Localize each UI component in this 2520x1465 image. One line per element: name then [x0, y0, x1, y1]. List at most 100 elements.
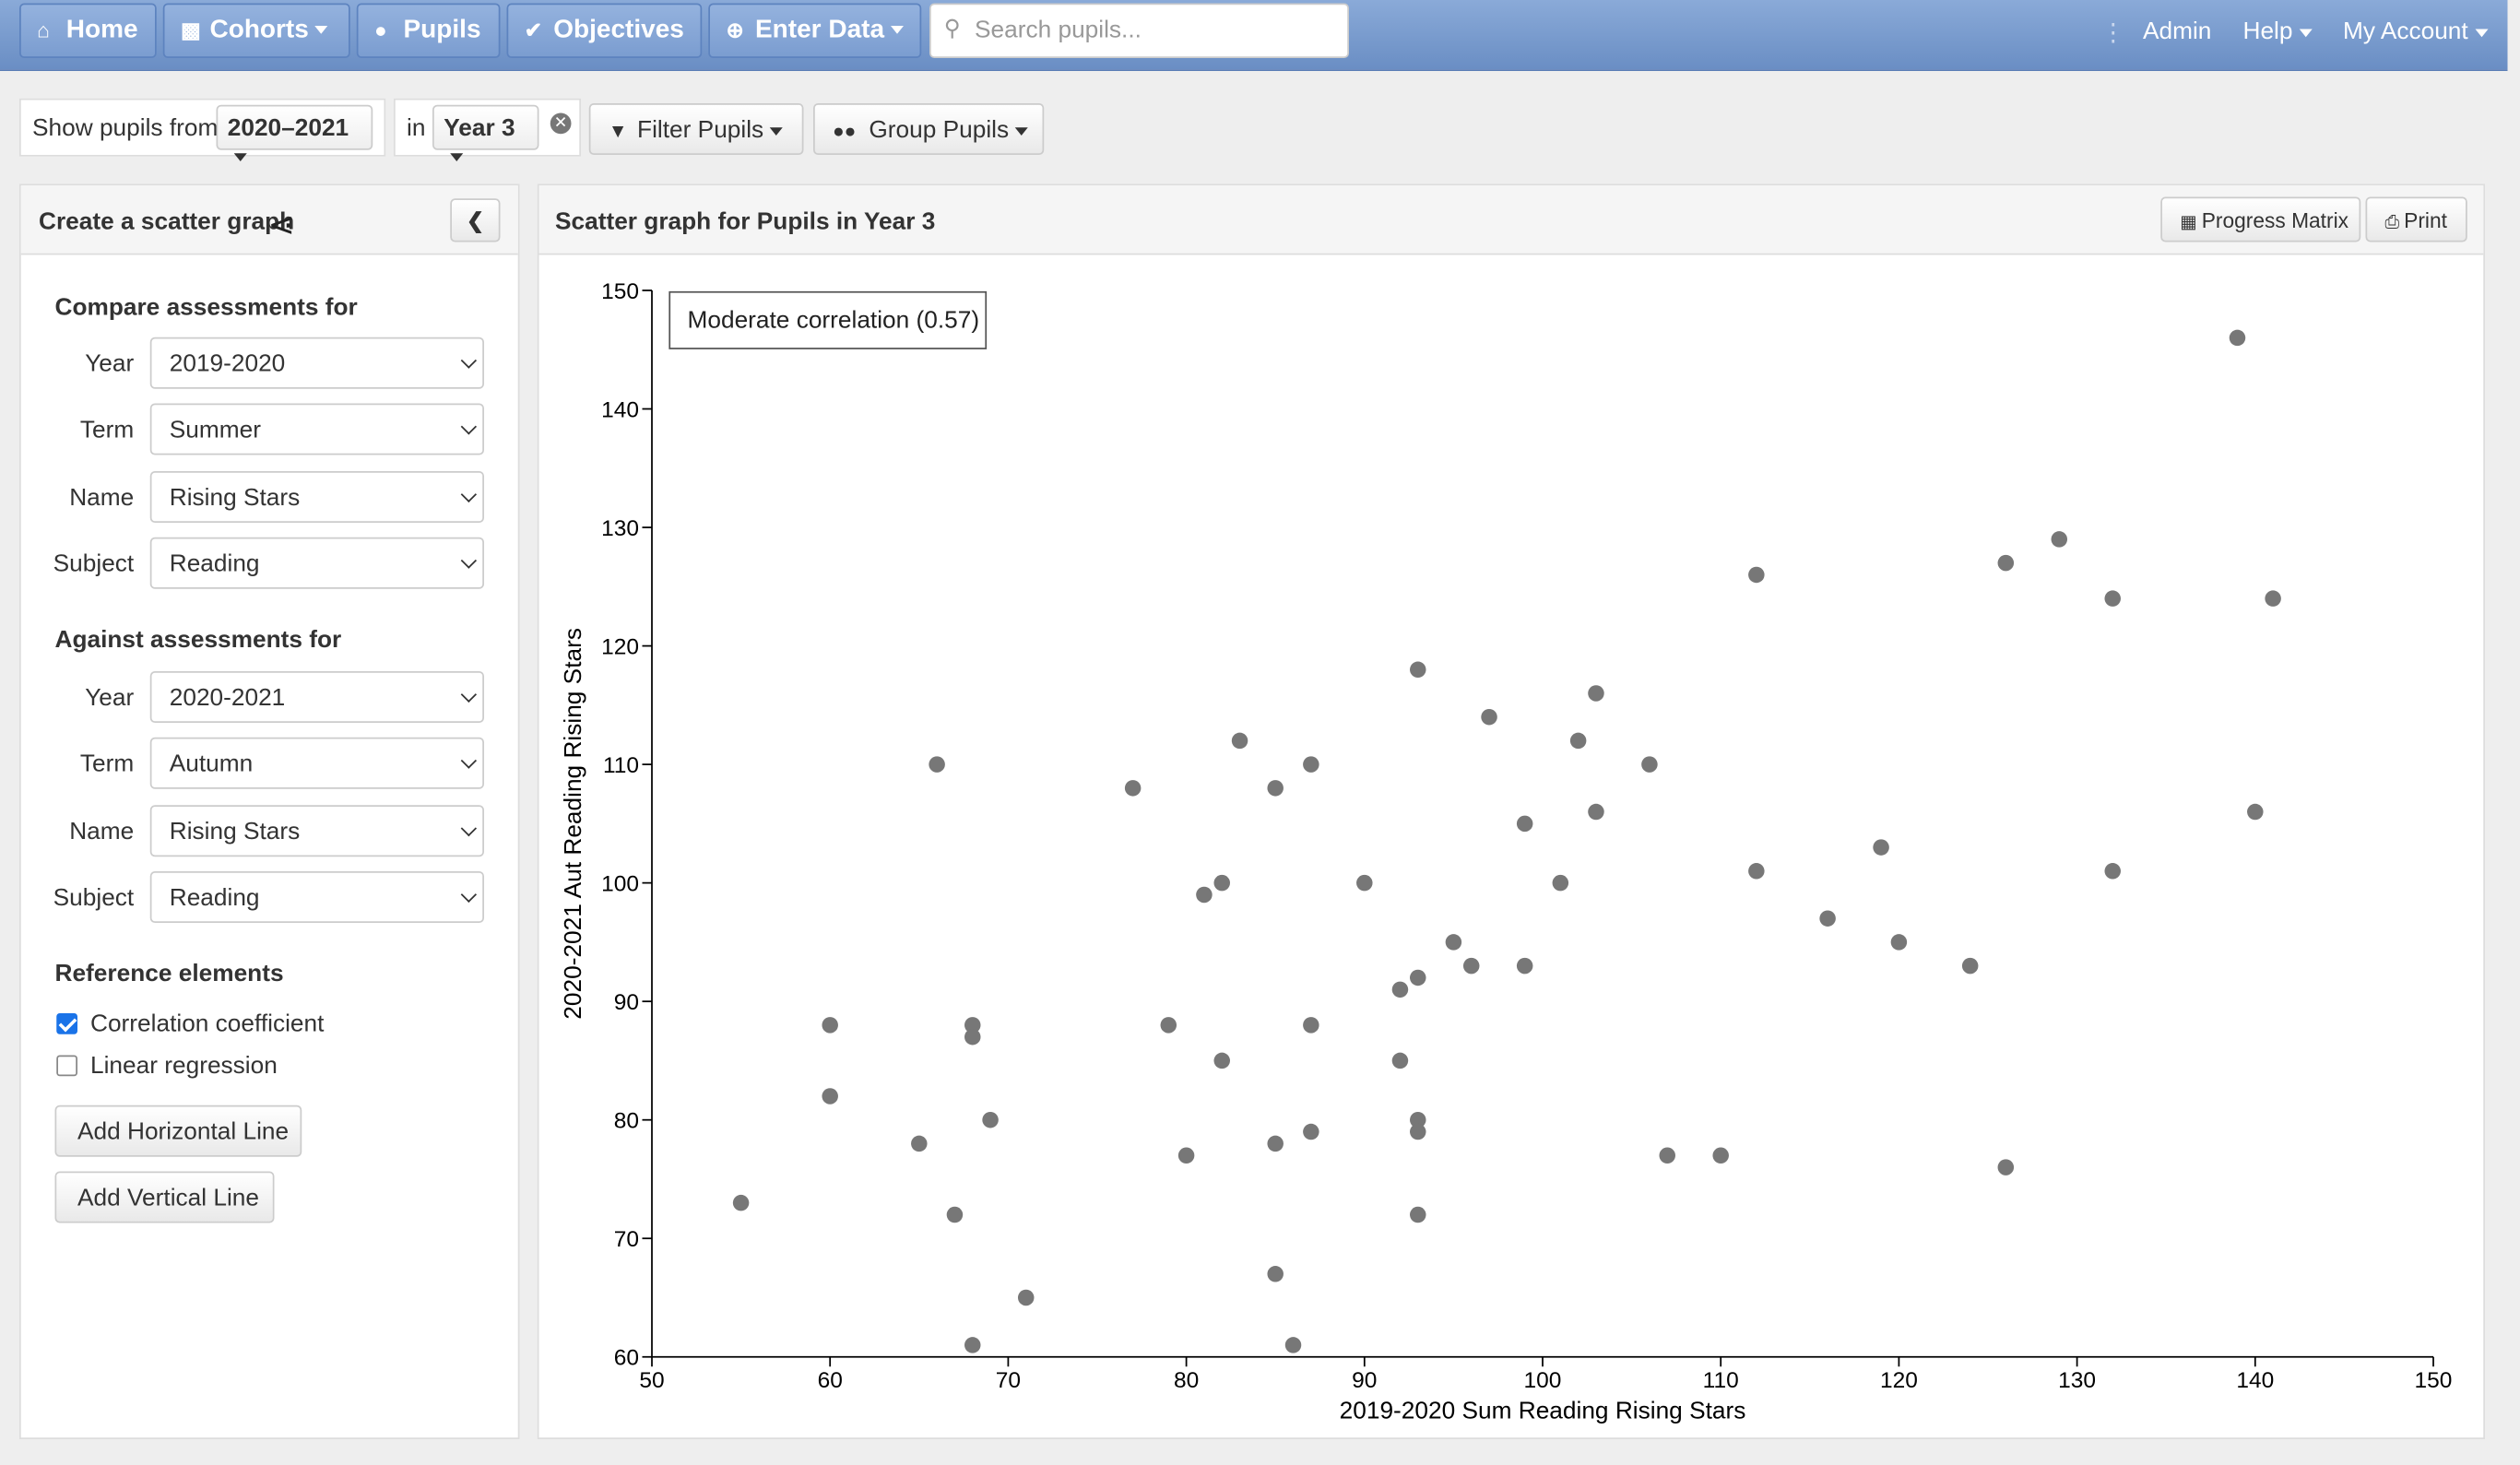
home-button[interactable]: ⌂ Home	[19, 3, 157, 58]
data-point	[1267, 780, 1284, 797]
chevron-down-icon	[460, 686, 478, 703]
filter-pupils-button[interactable]: ▼ Filter Pupils	[588, 103, 804, 155]
reference-heading: Reference elements	[54, 960, 284, 987]
data-point	[822, 1088, 838, 1105]
data-point	[1410, 969, 1426, 987]
against-heading: Against assessments for	[54, 626, 342, 654]
grid-icon: ▦	[2180, 213, 2197, 232]
data-point	[1410, 661, 1426, 679]
user-icon: ●	[374, 18, 387, 42]
caret-down-icon	[233, 152, 247, 161]
enter-data-menu-button[interactable]: ⊕ Enter Data	[708, 3, 922, 58]
y-tick-label: 80	[614, 1108, 639, 1133]
data-point	[2104, 590, 2121, 607]
data-point	[1748, 863, 1765, 880]
bar-chart-icon: ▩	[181, 18, 201, 42]
y-tick-label: 120	[601, 634, 639, 659]
data-point	[1410, 1206, 1426, 1223]
data-point	[732, 1194, 750, 1211]
scatter-chart: 50 60 70 80 90 100 110 120 130 140 150607080901001…	[559, 279, 2453, 1424]
data-point	[1160, 1017, 1177, 1034]
data-point	[1356, 874, 1373, 892]
correlation-label: Correlation coefficient	[90, 1010, 325, 1038]
objectives-button[interactable]: ✔ Objectives	[506, 3, 703, 58]
data-point	[1516, 957, 1533, 975]
add-vertical-line-button[interactable]: Add Vertical Line	[54, 1171, 275, 1223]
correlation-checkbox[interactable]	[56, 1013, 77, 1034]
x-tick-label: 90	[1352, 1368, 1377, 1393]
clear-filter-icon[interactable]: ✕	[550, 112, 572, 135]
chevron-left-icon: ❮	[466, 207, 484, 232]
year-range-dropdown[interactable]: 2020–2021	[216, 104, 373, 161]
y-tick-label: 70	[614, 1227, 639, 1252]
x-tick-label: 60	[818, 1368, 843, 1393]
data-point	[1445, 934, 1462, 951]
data-point	[1391, 981, 1409, 998]
top-navbar: ⌂ Home ▩ Cohorts ● Pupils ✔ Objectives ⊕ Ente…	[0, 0, 2508, 71]
filter-icon: ▼	[608, 119, 628, 143]
print-button[interactable]: ⎙ Print	[2365, 196, 2467, 242]
chart-panel-header: Scatter graph for Pupils in Year 3 ▦ Prog…	[538, 185, 2484, 255]
data-point	[1552, 874, 1569, 892]
compare-name-select[interactable]: Rising Stars	[149, 471, 484, 523]
data-point	[822, 1017, 838, 1034]
data-point	[1748, 566, 1765, 584]
check-circle-icon: ✔	[524, 18, 542, 42]
against-year-select[interactable]: 2020-2021	[149, 671, 484, 723]
caret-down-icon	[450, 152, 464, 161]
data-point	[1124, 780, 1142, 797]
data-point	[982, 1111, 999, 1128]
correlation-annotation: Moderate correlation (0.57)	[688, 305, 980, 333]
caret-down-icon	[770, 126, 784, 136]
compare-term-select[interactable]: Summer	[149, 403, 484, 455]
y-tick-label: 150	[601, 279, 639, 304]
year-group-dropdown[interactable]: Year 3	[432, 104, 539, 161]
collapse-panel-button[interactable]: ❮	[450, 198, 501, 242]
add-horizontal-line-button[interactable]: Add Horizontal Line	[54, 1105, 302, 1157]
data-point	[1410, 1123, 1426, 1140]
caret-down-icon	[314, 26, 328, 35]
x-tick-label: 130	[2058, 1368, 2096, 1393]
group-pupils-button[interactable]: ●● Group Pupils	[813, 103, 1045, 155]
against-year-label: Year	[85, 684, 135, 712]
cohorts-menu-button[interactable]: ▩ Cohorts	[162, 3, 350, 58]
data-point	[1516, 815, 1533, 833]
data-point	[1177, 1147, 1195, 1164]
y-tick-label: 60	[614, 1346, 639, 1371]
search-input[interactable]: ⚲ Search pupils...	[929, 3, 1349, 58]
compare-subject-select[interactable]: Reading	[149, 537, 484, 589]
data-point	[1569, 732, 1587, 750]
show-pupils-label: Show pupils from	[32, 114, 219, 142]
against-subject-select[interactable]: Reading	[149, 871, 484, 923]
help-menu[interactable]: Help	[2243, 18, 2313, 45]
data-point	[964, 1028, 981, 1046]
against-subject-label: Subject	[53, 884, 135, 912]
against-name-select[interactable]: Rising Stars	[149, 805, 484, 857]
compare-year-select[interactable]: 2019-2020	[149, 337, 484, 389]
data-point	[1659, 1147, 1675, 1164]
against-term-select[interactable]: Autumn	[149, 737, 484, 789]
chevron-down-icon	[460, 886, 478, 904]
data-point	[2104, 863, 2121, 880]
data-point	[929, 756, 945, 773]
x-tick-label: 110	[1703, 1368, 1739, 1393]
x-tick-label: 140	[2236, 1368, 2274, 1393]
home-icon: ⌂	[37, 18, 51, 42]
data-point	[1284, 1337, 1302, 1353]
chevron-down-icon	[460, 352, 478, 369]
data-point	[1303, 756, 1319, 773]
x-tick-label: 80	[1174, 1368, 1199, 1393]
regression-checkbox[interactable]	[56, 1055, 77, 1077]
admin-link[interactable]: Admin	[2143, 18, 2211, 45]
x-tick-label: 150	[2415, 1368, 2453, 1393]
my-account-menu[interactable]: My Account	[2343, 18, 2488, 45]
data-point	[1213, 874, 1230, 892]
compare-subject-label: Subject	[53, 549, 135, 578]
against-term-label: Term	[79, 750, 135, 778]
pupils-button[interactable]: ● Pupils	[356, 3, 501, 58]
data-point	[1267, 1266, 1284, 1282]
data-point	[911, 1135, 928, 1152]
x-tick-label: 70	[996, 1368, 1021, 1393]
compare-heading: Compare assessments for	[54, 293, 358, 322]
progress-matrix-button[interactable]: ▦ Progress Matrix	[2160, 196, 2361, 242]
